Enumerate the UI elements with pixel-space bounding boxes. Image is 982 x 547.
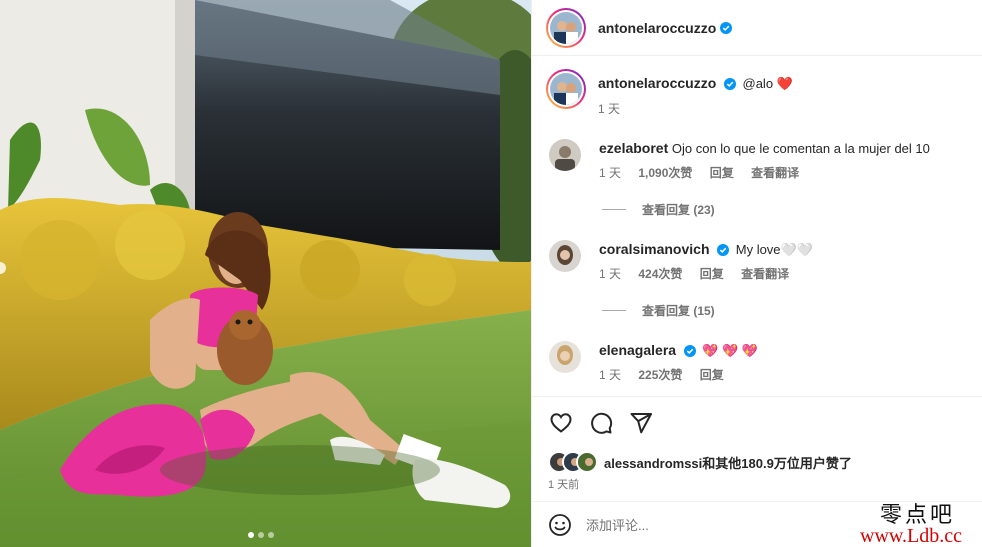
comment-text: Ojo con lo que le comentan a la mujer de…	[671, 141, 930, 156]
author-username[interactable]: antonelaroccuzzo	[598, 20, 716, 36]
comment-item: ezelaboret Ojo con lo que le comentan a …	[549, 139, 930, 182]
caption: antonelaroccuzzo @alo ❤️ 1 天	[546, 69, 793, 118]
view-replies-button[interactable]: 查看回复 (15)	[602, 302, 715, 319]
verified-badge-icon	[717, 244, 730, 256]
add-comment-input[interactable]: 添加评论...	[586, 515, 649, 534]
carousel-dot-active	[248, 532, 254, 538]
comment-like-count[interactable]: 424次赞	[638, 267, 682, 281]
caption-mention[interactable]: @alo	[743, 76, 774, 91]
post-date: 1 天前	[548, 479, 580, 491]
first-liker-username[interactable]: alessandromssi	[604, 456, 702, 471]
comment-time: 1 天	[599, 166, 622, 180]
commenter-username[interactable]: ezelaboret	[599, 140, 668, 156]
liker-avatar	[576, 451, 598, 473]
view-replies-button[interactable]: 查看回复 (23)	[602, 201, 715, 218]
heart-icon[interactable]	[549, 411, 573, 435]
comment-text: My love🤍🤍	[735, 242, 813, 257]
post-side-panel: antonelaroccuzzo antonelaroccuzzo @alo ❤…	[531, 0, 982, 547]
carousel-indicator	[248, 532, 274, 538]
comment-icon[interactable]	[589, 411, 613, 435]
comment-like-count[interactable]: 225次赞	[638, 368, 682, 382]
carousel-dot	[258, 532, 264, 538]
comment-time: 1 天	[599, 368, 622, 382]
post-photo[interactable]	[0, 0, 531, 547]
reply-button[interactable]: 回复	[710, 166, 734, 180]
post-header: antonelaroccuzzo	[532, 0, 982, 56]
verified-badge-icon	[683, 345, 696, 357]
caption-username[interactable]: antonelaroccuzzo	[598, 75, 716, 91]
reply-button[interactable]: 回复	[700, 267, 724, 281]
caption-avatar-ring[interactable]	[546, 69, 586, 109]
commenter-avatar[interactable]	[549, 240, 581, 272]
comment-item: elenagalera 💖 💖 💖 1 天 225次赞 回复	[549, 341, 758, 384]
comment-item: coralsimanovich My love🤍🤍 1 天 424次赞 回复 查…	[549, 240, 813, 283]
commenter-avatar[interactable]	[549, 341, 581, 373]
watermark-url: www.Ldb.cc	[860, 525, 963, 547]
translate-button[interactable]: 查看翻译	[751, 166, 799, 180]
author-avatar-ring[interactable]	[546, 7, 586, 48]
carousel-dot	[268, 532, 274, 538]
replies-divider	[602, 209, 626, 210]
replies-divider	[602, 310, 626, 311]
caption-emoji: ❤️	[776, 76, 793, 91]
view-replies-label[interactable]: 查看回复 (15)	[642, 302, 715, 319]
view-replies-label[interactable]: 查看回复 (23)	[642, 201, 715, 218]
likes-rest-text[interactable]: 和其他180.9万位用户赞了	[702, 456, 852, 471]
commenter-username[interactable]: coralsimanovich	[599, 241, 710, 257]
verified-badge-icon	[720, 21, 733, 34]
commenter-username[interactable]: elenagalera	[599, 342, 676, 358]
comment-time: 1 天	[599, 267, 622, 281]
avatar	[550, 11, 582, 44]
commenter-avatar[interactable]	[549, 139, 581, 171]
post-actions	[532, 396, 982, 448]
comment-like-count[interactable]: 1,090次赞	[638, 166, 692, 180]
translate-button[interactable]: 查看翻译	[741, 267, 789, 281]
comment-text: 💖 💖 💖	[702, 343, 759, 358]
caption-time: 1 天	[598, 102, 621, 116]
photo-illustration	[0, 0, 531, 547]
verified-badge-icon	[723, 78, 736, 90]
reply-button[interactable]: 回复	[700, 368, 724, 382]
likes-summary[interactable]: alessandromssi和其他180.9万位用户赞了	[548, 451, 852, 473]
share-icon[interactable]	[629, 411, 653, 435]
avatar	[550, 73, 582, 105]
emoji-icon[interactable]	[548, 513, 572, 537]
